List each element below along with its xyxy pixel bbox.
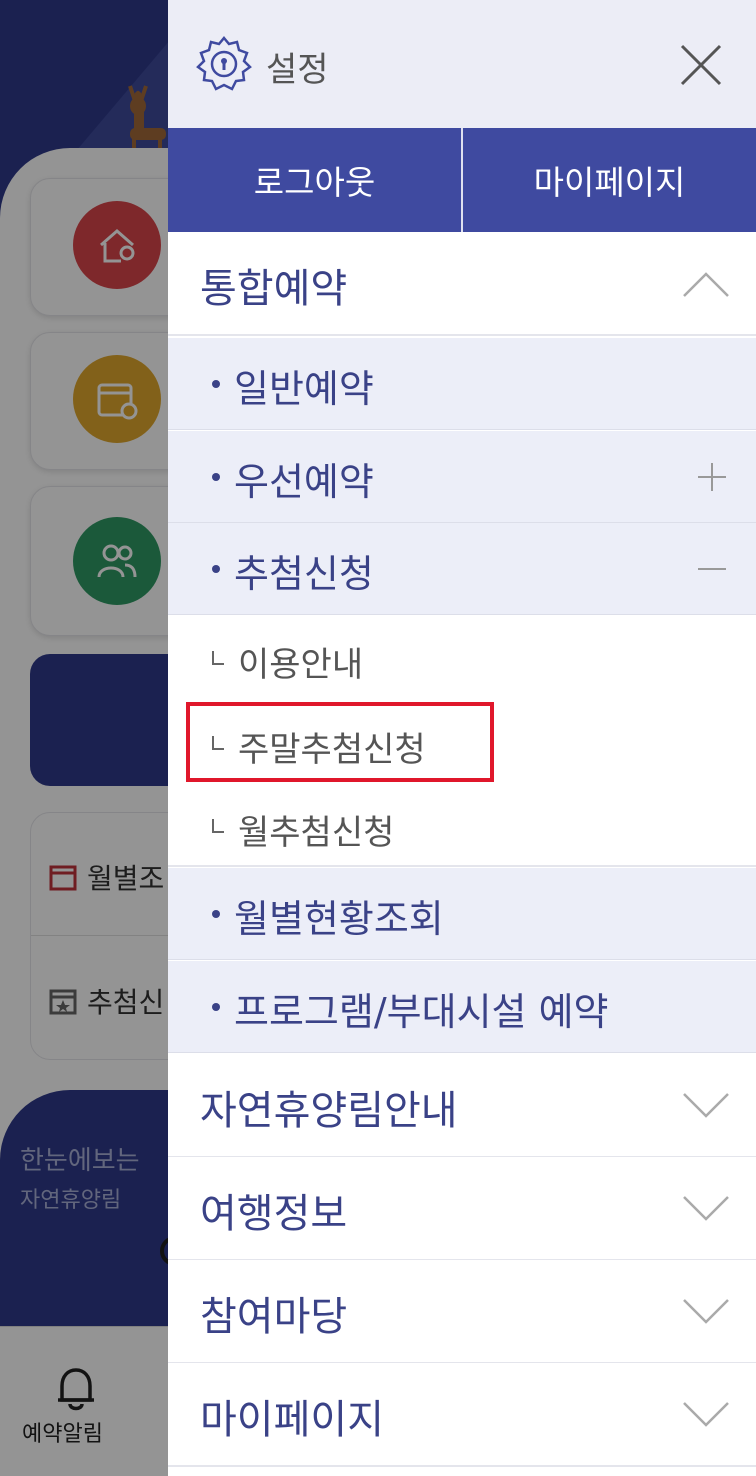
drawer-title: 설정 (266, 50, 329, 90)
bullet-icon (212, 910, 220, 918)
submenu-label: 월별현황조회 (234, 897, 444, 941)
leaf-monthly-lottery[interactable]: 월추첨신청 (168, 783, 756, 867)
submenu-label: 우선예약 (234, 460, 374, 504)
menu-forest-guide[interactable]: 자연휴양림안내 (168, 1054, 756, 1158)
leaf-usage-guide[interactable]: 이용안내 (168, 615, 756, 699)
mypage-button[interactable]: 마이페이지 (463, 128, 756, 232)
account-buttons: 로그아웃 마이페이지 (168, 128, 756, 232)
menu-label: 통합예약 (200, 266, 348, 312)
submenu-label: 프로그램/부대시설 예약 (234, 990, 609, 1034)
bullet-icon (212, 473, 220, 481)
minus-icon[interactable] (696, 553, 728, 585)
submenu-general-reservation[interactable]: 일반예약 (168, 338, 756, 430)
corner-icon (212, 651, 224, 665)
chevron-down-icon[interactable] (682, 1193, 730, 1223)
logout-button[interactable]: 로그아웃 (168, 128, 461, 232)
leaf-label: 월추첨신청 (238, 813, 395, 853)
submenu-priority-reservation[interactable]: 우선예약 (168, 431, 756, 523)
corner-icon (212, 736, 224, 750)
chevron-down-icon[interactable] (682, 1399, 730, 1429)
menu-integrated-reservation[interactable]: 통합예약 (168, 232, 756, 336)
bullet-icon (212, 565, 220, 573)
bullet-icon (212, 380, 220, 388)
close-icon[interactable] (676, 40, 726, 90)
submenu-monthly-status[interactable]: 월별현황조회 (168, 868, 756, 960)
settings-gear-icon[interactable] (194, 34, 254, 94)
leaf-label: 이용안내 (238, 645, 364, 685)
chevron-up-icon[interactable] (682, 268, 730, 298)
drawer-header: 설정 (168, 0, 756, 128)
side-drawer: 설정 로그아웃 마이페이지 통합예약 일반예약 우선예약 추첨신청 이용안내 주… (168, 0, 756, 1476)
corner-icon (212, 819, 224, 833)
menu-community[interactable]: 참여마당 (168, 1260, 756, 1364)
menu-label: 참여마당 (200, 1294, 348, 1340)
chevron-down-icon[interactable] (682, 1296, 730, 1326)
menu-label: 자연휴양림안내 (200, 1088, 458, 1134)
submenu-program-facility[interactable]: 프로그램/부대시설 예약 (168, 961, 756, 1053)
menu-my-page[interactable]: 마이페이지 (168, 1363, 756, 1467)
submenu-label: 추첨신청 (234, 552, 374, 596)
submenu-lottery-application[interactable]: 추첨신청 (168, 523, 756, 615)
bullet-icon (212, 1003, 220, 1011)
leaf-weekend-lottery[interactable]: 주말추첨신청 (168, 700, 756, 784)
menu-label: 여행정보 (200, 1191, 348, 1237)
menu-label: 마이페이지 (200, 1397, 384, 1443)
submenu-label: 일반예약 (234, 367, 374, 411)
plus-icon[interactable] (696, 461, 728, 493)
menu-travel-info[interactable]: 여행정보 (168, 1157, 756, 1261)
leaf-label: 주말추첨신청 (238, 730, 426, 770)
chevron-down-icon[interactable] (682, 1090, 730, 1120)
